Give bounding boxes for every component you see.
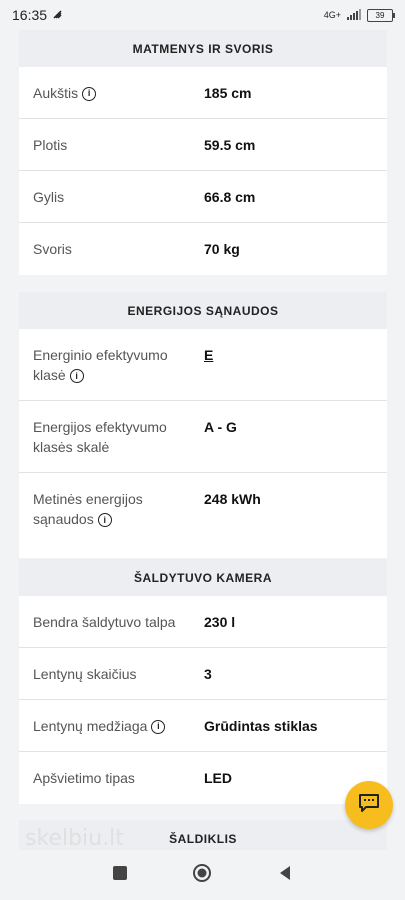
- section-header-dimensions: MATMENYS IR SVORIS: [19, 30, 387, 67]
- spec-label-line2: klasė: [33, 367, 66, 383]
- spec-value: 66.8 cm: [204, 188, 256, 205]
- spec-row-depth: Gylis 66.8 cm: [19, 171, 387, 223]
- spec-value: A - G: [204, 419, 237, 435]
- status-time: 16:35: [12, 7, 48, 23]
- spec-value: 185 cm: [204, 84, 252, 101]
- spec-content[interactable]: MATMENYS IR SVORIS Aukštis i 185 cm Ploti…: [0, 30, 405, 850]
- chat-icon: [358, 793, 380, 818]
- spec-label-line1: Metinės energijos: [33, 491, 143, 507]
- network-label: 4G+: [323, 10, 341, 20]
- spec-value: Grūdintas stiklas: [204, 717, 318, 734]
- spec-label-line2: sąnaudos: [33, 511, 94, 527]
- spec-label: Plotis: [33, 136, 68, 153]
- navigation-bar: [0, 850, 405, 900]
- watermark: skelbiu.lt: [25, 826, 124, 851]
- spec-label: Gylis: [33, 188, 65, 205]
- spec-value: 59.5 cm: [204, 136, 256, 153]
- info-icon[interactable]: i: [151, 719, 166, 734]
- dimensions-title: MATMENYS IR SVORIS: [132, 41, 274, 56]
- spec-label-line2: klasės skalė: [33, 439, 110, 455]
- spec-row-width: Plotis 59.5 cm: [19, 119, 387, 171]
- spec-label: Lentynų skaičius: [33, 665, 137, 682]
- spec-value: LED: [204, 770, 232, 786]
- fridge-title: ŠALDYTUVO KAMERA: [133, 570, 272, 585]
- info-icon[interactable]: i: [97, 513, 112, 528]
- section-header-fridge: ŠALDYTUVO KAMERA: [19, 559, 387, 596]
- spec-value: 3: [204, 665, 212, 682]
- spec-label: Svoris: [33, 241, 72, 257]
- spec-label-line1: Energijos efektyvumo: [33, 419, 167, 435]
- spec-row-capacity: Bendra šaldytuvo talpa 230 l: [19, 596, 387, 648]
- spec-label: Lentynų medžiaga: [33, 717, 148, 734]
- spec-row-shelves: Lentynų skaičius 3: [19, 648, 387, 700]
- energy-title: ENERGIJOS SĄNAUDOS: [127, 303, 279, 318]
- spec-value: 248 kWh: [204, 491, 261, 507]
- spec-label-line1: Energinio efektyvumo: [33, 347, 168, 363]
- spec-label: Bendra šaldytuvo talpa: [33, 613, 176, 630]
- spec-row-shelf-material: Lentynų medžiaga i Grūdintas stiklas: [19, 700, 387, 752]
- freezer-title: ŠALDIKLIS: [169, 831, 237, 846]
- signal-icon: [347, 8, 361, 22]
- back-icon[interactable]: [277, 865, 293, 886]
- chat-button[interactable]: [345, 781, 393, 829]
- spec-row-weight: Svoris 70 kg: [19, 223, 387, 275]
- recent-apps-icon[interactable]: [112, 865, 128, 886]
- dimensions-section: MATMENYS IR SVORIS Aukštis i 185 cm Ploti…: [19, 30, 387, 275]
- home-icon[interactable]: [192, 863, 212, 888]
- section-header-energy: ENERGIJOS SĄNAUDOS: [19, 292, 387, 329]
- spec-row-lighting: Apšvietimo tipas LED: [19, 752, 387, 804]
- spec-value: 70 kg: [204, 241, 240, 257]
- fridge-section: ŠALDYTUVO KAMERA Bendra šaldytuvo talpa …: [19, 559, 387, 804]
- status-bar: 16:35 4G+ 39: [0, 0, 405, 30]
- spec-row-annual-energy: Metinės energijos sąnaudos i 248 kWh: [19, 473, 387, 558]
- spec-label: Aukštis: [33, 84, 79, 101]
- info-icon[interactable]: i: [82, 86, 97, 101]
- battery-level: 39: [375, 10, 385, 20]
- spec-row-height: Aukštis i 185 cm: [19, 67, 387, 119]
- battery-icon: 39: [367, 8, 395, 22]
- info-icon[interactable]: i: [69, 369, 84, 384]
- energy-section: ENERGIJOS SĄNAUDOS Energinio efektyvumo …: [19, 292, 387, 558]
- spec-value: 230 l: [204, 613, 236, 630]
- spec-label: Apšvietimo tipas: [33, 770, 135, 786]
- spec-row-energy-class: Energinio efektyvumo klasė i E: [19, 329, 387, 401]
- spec-row-energy-scale: Energijos efektyvumo klasės skalė A - G: [19, 401, 387, 473]
- wifi-icon: [53, 7, 63, 23]
- energy-class-link[interactable]: E: [204, 345, 213, 400]
